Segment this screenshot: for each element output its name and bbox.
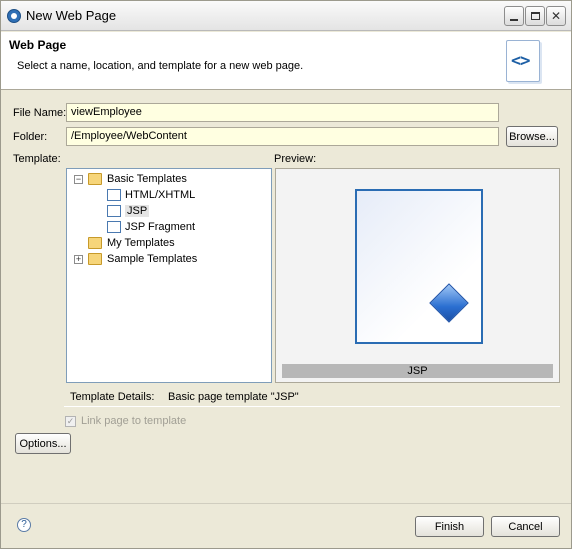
folder-icon	[88, 253, 102, 265]
browse-button[interactable]: Browse...	[506, 126, 558, 147]
collapse-icon[interactable]: −	[74, 175, 83, 184]
expand-icon[interactable]: +	[74, 255, 83, 264]
options-button[interactable]: Options...	[15, 433, 71, 454]
cancel-button[interactable]: Cancel	[491, 516, 560, 537]
template-preview: JSP	[275, 168, 560, 383]
tree-item-label: Sample Templates	[107, 253, 198, 265]
close-icon: ✕	[550, 9, 562, 23]
maximize-button[interactable]	[525, 6, 545, 26]
window-title: New Web Page	[26, 8, 117, 23]
link-page-label: Link page to template	[81, 415, 187, 427]
new-web-page-dialog: New Web Page ✕ Web Page Select a name, l…	[0, 0, 572, 549]
template-details-value: Basic page template "JSP"	[168, 391, 299, 403]
html-file-icon	[107, 189, 121, 201]
eclipse-app-icon	[7, 9, 21, 23]
preview-caption: JSP	[282, 364, 553, 378]
template-details-label: Template Details:	[70, 391, 155, 403]
folder-input[interactable]: /Employee/WebContent	[66, 127, 499, 146]
tree-item-label: Basic Templates	[107, 173, 187, 185]
jsp-diamond-icon	[429, 283, 469, 323]
jsp-file-icon	[107, 221, 121, 233]
template-tree[interactable]: − Basic Templates HTML/XHTML JSP JSP Fra…	[66, 168, 272, 383]
help-icon[interactable]: ?	[17, 518, 31, 532]
tree-item-label: JSP	[125, 205, 150, 217]
link-page-checkbox[interactable]: ✓	[65, 416, 76, 427]
web-page-icon: <>	[506, 40, 540, 82]
jsp-file-icon	[107, 205, 121, 217]
wizard-description: Select a name, location, and template fo…	[17, 60, 304, 72]
finish-button[interactable]: Finish	[415, 516, 484, 537]
folder-icon	[88, 237, 102, 249]
file-name-label: File Name:	[13, 107, 67, 119]
preview-label: Preview:	[274, 153, 317, 165]
template-label: Template:	[13, 153, 61, 165]
close-button[interactable]: ✕	[546, 6, 566, 26]
title-bar: New Web Page ✕	[1, 1, 571, 31]
folder-icon	[88, 173, 102, 185]
page-thumbnail	[355, 189, 483, 344]
tree-item-label: My Templates	[107, 237, 175, 249]
tree-item-label: HTML/XHTML	[125, 189, 196, 201]
wizard-banner: Web Page Select a name, location, and te…	[1, 32, 571, 90]
file-name-input[interactable]: viewEmployee	[66, 103, 499, 122]
minimize-button[interactable]	[504, 6, 524, 26]
tree-item-label: JSP Fragment	[125, 221, 196, 233]
folder-label: Folder:	[13, 131, 48, 143]
footer-separator	[1, 503, 571, 504]
minimize-icon	[510, 18, 518, 21]
maximize-icon	[530, 12, 540, 20]
wizard-title: Web Page	[9, 38, 67, 52]
separator	[64, 406, 560, 407]
